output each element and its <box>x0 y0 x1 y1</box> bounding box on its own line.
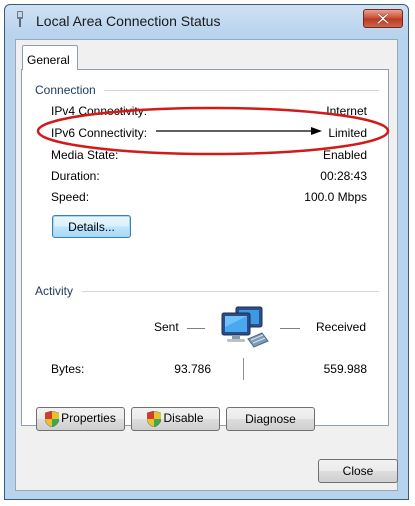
network-connection-icon <box>17 11 23 27</box>
disable-button-label: Disable <box>163 411 204 426</box>
speed-label: Speed: <box>51 190 90 204</box>
diagnose-button-label: Diagnose <box>245 412 296 426</box>
diagnose-button[interactable]: Diagnose <box>226 407 315 431</box>
close-button-label: Close <box>342 464 374 478</box>
ipv6-value: Limited <box>328 126 367 140</box>
duration-label: Duration: <box>51 169 100 183</box>
disable-button[interactable]: Disable <box>131 407 220 431</box>
activity-divider <box>82 291 379 292</box>
close-window-button[interactable] <box>363 9 403 28</box>
connection-heading: Connection <box>35 83 96 97</box>
received-line <box>280 328 300 329</box>
duration-value: 00:28:43 <box>320 169 367 183</box>
properties-button[interactable]: Properties <box>36 407 125 431</box>
activity-heading: Activity <box>35 284 74 298</box>
bytes-received-value: 559.988 <box>323 362 367 376</box>
title-bar[interactable]: Local Area Connection Status <box>5 5 408 36</box>
ipv6-label: IPv6 Connectivity: <box>51 126 148 140</box>
close-icon <box>377 13 389 24</box>
network-computers-icon <box>221 306 269 348</box>
properties-button-label: Properties <box>61 411 116 426</box>
close-button[interactable]: Close <box>318 459 398 483</box>
media-state-label: Media State: <box>51 148 119 162</box>
tab-general[interactable]: General <box>22 45 78 70</box>
window-title: Local Area Connection Status <box>36 13 221 29</box>
ipv4-label: IPv4 Connectivity: <box>51 104 148 118</box>
sent-label: Sent <box>154 320 179 334</box>
received-label: Received <box>316 320 367 334</box>
connection-divider <box>104 90 379 91</box>
uac-shield-icon <box>147 411 162 427</box>
ipv4-value: Internet <box>326 104 367 118</box>
sent-line <box>187 328 205 329</box>
speed-value: 100.0 Mbps <box>304 190 367 204</box>
details-button-label: Details... <box>68 219 115 234</box>
details-button[interactable]: Details... <box>52 215 131 238</box>
bytes-sent-value: 93.786 <box>174 362 211 376</box>
uac-shield-icon <box>45 411 60 427</box>
media-state-value: Enabled <box>322 148 367 162</box>
